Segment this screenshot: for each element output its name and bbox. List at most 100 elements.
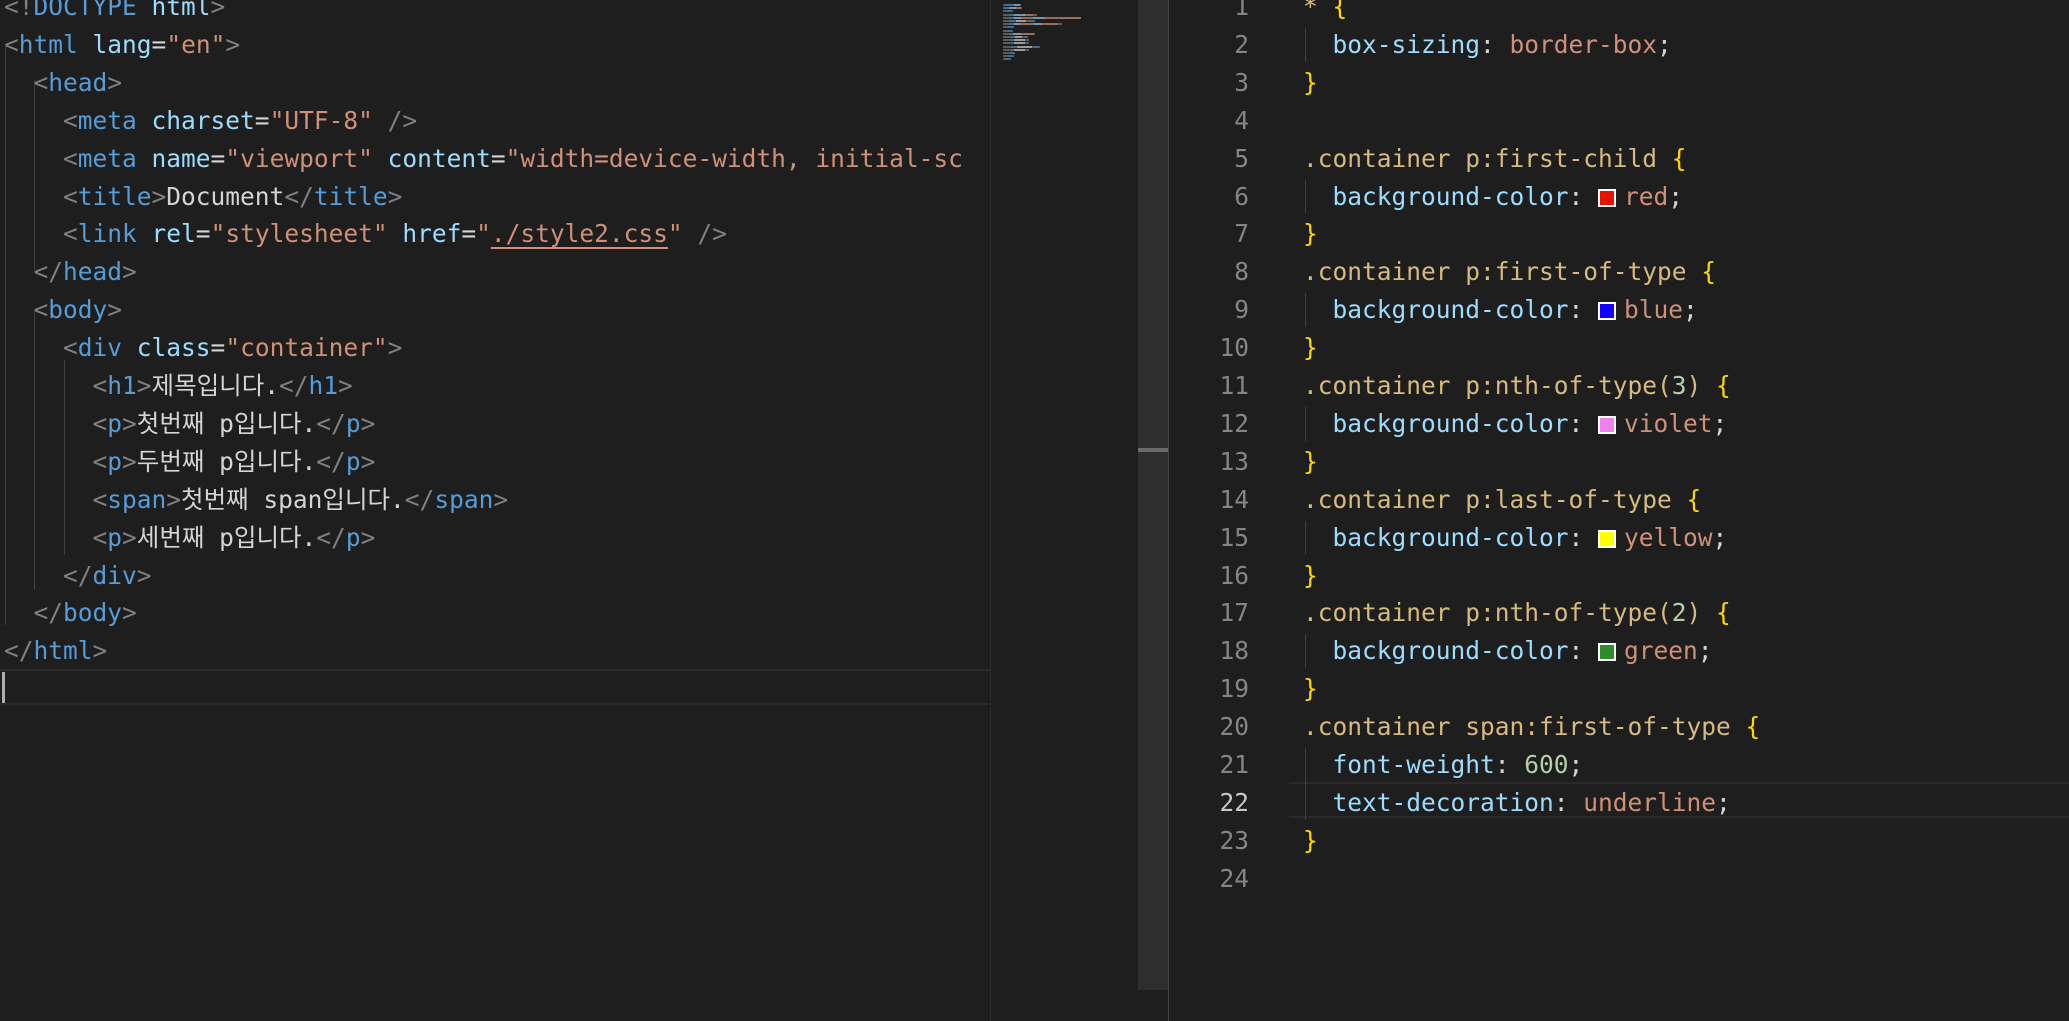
- indent-guide: [1305, 293, 1306, 328]
- minimap-line: [1027, 36, 1029, 38]
- code-token: <: [4, 446, 108, 476]
- code-token: body: [63, 598, 123, 628]
- text-cursor: [2, 672, 5, 703]
- code-token: *: [1303, 0, 1333, 21]
- minimap-line: [1003, 36, 1012, 38]
- color-swatch-icon[interactable]: [1598, 188, 1617, 207]
- minimap-line: [1021, 32, 1035, 35]
- code-line[interactable]: .container p:first-of-type {: [1303, 253, 1716, 291]
- code-token: </: [284, 181, 314, 211]
- indent-guide: [4, 45, 6, 625]
- minimap-line: [1013, 39, 1025, 42]
- code-token: }: [1303, 825, 1318, 855]
- code-line[interactable]: * {: [1303, 0, 1347, 26]
- code-line[interactable]: <link rel="stylesheet" href="./style2.cs…: [4, 215, 727, 253]
- code-line[interactable]: .container span:first-of-type {: [1303, 708, 1760, 746]
- code-token: {: [1332, 0, 1348, 21]
- line-number: 20: [1219, 712, 1249, 742]
- code-token: ): [1686, 371, 1717, 400]
- code-token: p: [107, 522, 123, 552]
- code-token: 첫번째 p입니다.: [136, 408, 317, 438]
- code-line[interactable]: }: [1303, 557, 1318, 595]
- code-line[interactable]: <p>첫번째 p입니다.</p>: [4, 405, 376, 443]
- code-line[interactable]: background-color: violet;: [1303, 405, 1728, 443]
- code-line[interactable]: }: [1303, 215, 1318, 253]
- code-token: 3: [1671, 371, 1687, 400]
- code-line[interactable]: </body>: [4, 594, 137, 632]
- color-swatch-icon[interactable]: [1598, 643, 1617, 662]
- minimap-line: [1013, 52, 1015, 54]
- line-number: 7: [1234, 219, 1249, 249]
- code-line[interactable]: }: [1303, 670, 1318, 708]
- code-token: .container p:last-of-type: [1303, 484, 1687, 514]
- code-line[interactable]: <meta name="viewport" content="width=dev…: [4, 140, 963, 178]
- code-line[interactable]: <p>두번째 p입니다.</p>: [4, 443, 376, 481]
- code-line[interactable]: <body>: [4, 291, 123, 329]
- vertical-scrollbar[interactable]: [1138, 0, 1168, 990]
- html-editor-pane[interactable]: <!DOCTYPE html> <html lang="en"> <head> <…: [0, 0, 990, 1021]
- code-line[interactable]: <html lang="en">: [4, 26, 240, 64]
- code-line[interactable]: background-color: yellow;: [1303, 519, 1728, 557]
- code-token: title: [77, 181, 152, 211]
- code-token: charset: [136, 105, 255, 135]
- code-token: html: [33, 636, 93, 666]
- code-line[interactable]: <span>첫번째 span입니다.</span>: [4, 481, 509, 519]
- color-swatch-icon[interactable]: [1598, 415, 1617, 434]
- code-token: </: [279, 371, 309, 400]
- code-line[interactable]: font-weight: 600;: [1303, 746, 1584, 784]
- color-swatch-icon[interactable]: [1598, 302, 1617, 321]
- code-line[interactable]: background-color: green;: [1303, 632, 1713, 670]
- code-line[interactable]: </html>: [4, 632, 107, 670]
- minimap[interactable]: [990, 0, 1139, 1021]
- minimap-line: [1013, 42, 1025, 45]
- line-number: 13: [1219, 446, 1249, 476]
- code-line[interactable]: background-color: red;: [1303, 178, 1684, 216]
- code-token: link: [77, 219, 137, 249]
- code-line[interactable]: </head>: [4, 253, 137, 291]
- code-line[interactable]: </div>: [4, 557, 152, 595]
- code-token: >: [338, 371, 353, 400]
- code-token: </: [316, 408, 346, 438]
- line-number: 10: [1219, 333, 1249, 363]
- code-token: Document: [166, 181, 285, 211]
- scrollbar-thumb[interactable]: [1138, 448, 1168, 452]
- code-token: ;: [1712, 522, 1728, 552]
- code-token: meta: [77, 143, 137, 173]
- code-line[interactable]: <h1>제목입니다.</h1>: [4, 367, 353, 405]
- code-line[interactable]: <p>세번째 p입니다.</p>: [4, 519, 376, 557]
- code-line[interactable]: .container p:last-of-type {: [1303, 481, 1701, 519]
- code-line[interactable]: box-sizing: border-box;: [1303, 26, 1672, 64]
- code-line[interactable]: <meta charset="UTF-8" />: [4, 102, 417, 140]
- code-line[interactable]: }: [1303, 443, 1318, 481]
- code-line[interactable]: <head>: [4, 64, 123, 102]
- code-token: {: [1716, 598, 1731, 628]
- code-line[interactable]: }: [1303, 822, 1318, 860]
- code-line[interactable]: text-decoration: underline;: [1303, 784, 1731, 822]
- code-token: <: [4, 105, 78, 135]
- code-token: }: [1303, 674, 1318, 704]
- code-line[interactable]: background-color: blue;: [1303, 291, 1698, 329]
- minimap-line: [1012, 55, 1014, 58]
- minimap-line: [1003, 52, 1011, 54]
- code-line[interactable]: <!DOCTYPE html>: [4, 0, 225, 26]
- code-line[interactable]: .container p:nth-of-type(2) {: [1303, 594, 1731, 632]
- code-line[interactable]: <title>Document</title>: [4, 178, 402, 216]
- indent-guide: [1305, 748, 1306, 820]
- color-swatch-icon[interactable]: [1598, 529, 1617, 548]
- code-token: <: [4, 522, 108, 552]
- indent-guide: [63, 360, 65, 555]
- indent-guide: [1305, 634, 1306, 669]
- code-line[interactable]: }: [1303, 329, 1318, 367]
- minimap-line: [1010, 58, 1012, 61]
- code-token: lang: [77, 29, 152, 59]
- code-token: meta: [77, 105, 137, 135]
- minimap-line: [1015, 36, 1023, 38]
- code-token: >: [92, 636, 108, 666]
- css-editor-pane[interactable]: 1 2 3 4 5 6 7 8 9 10 11 12 13 14 15 16 17 18 19 20 21 22 23 24 …: [1169, 0, 2069, 1021]
- indent-guide: [34, 80, 36, 270]
- code-line[interactable]: .container p:first-child {: [1303, 140, 1687, 178]
- code-line[interactable]: .container p:nth-of-type(3) {: [1303, 367, 1731, 405]
- code-line[interactable]: }: [1303, 64, 1318, 102]
- code-token: background-color: [1303, 636, 1569, 666]
- minimap-line: [1034, 32, 1036, 35]
